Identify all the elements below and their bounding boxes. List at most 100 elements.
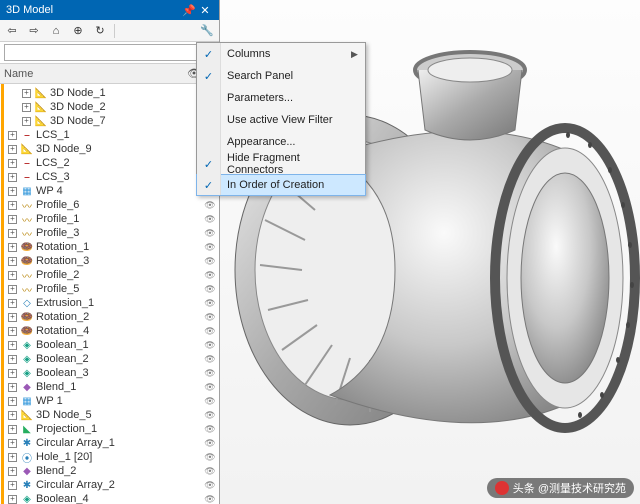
tree-row[interactable]: +🍩Rotation_1👁 — [4, 240, 219, 254]
expand-icon[interactable]: + — [8, 495, 17, 504]
visibility-icon[interactable]: 👁 — [203, 340, 217, 351]
home-icon[interactable]: ⌂ — [48, 23, 64, 39]
visibility-icon[interactable]: 👁 — [203, 410, 217, 421]
expand-icon[interactable]: + — [8, 159, 17, 168]
visibility-icon[interactable]: 👁 — [203, 214, 217, 225]
visibility-icon[interactable]: 👁 — [203, 396, 217, 407]
visibility-icon[interactable]: 👁 — [203, 242, 217, 253]
tree-row[interactable]: +◆Blend_1👁 — [4, 380, 219, 394]
tree-row[interactable]: +◇Extrusion_1👁 — [4, 296, 219, 310]
pin-icon[interactable]: 📌 — [181, 4, 197, 17]
expand-icon[interactable]: + — [8, 173, 17, 182]
expand-icon[interactable]: + — [8, 327, 17, 336]
wrench-icon[interactable]: 🔧 — [199, 23, 215, 39]
visibility-icon[interactable]: 👁 — [203, 494, 217, 504]
context-menu[interactable]: ✓Columns▶✓Search PanelParameters...Use a… — [196, 42, 366, 196]
menu-item[interactable]: Use active View Filter — [197, 109, 365, 131]
tree-row[interactable]: +⦿Hole_1 [20]👁 — [4, 450, 219, 464]
tree-row[interactable]: +◈Boolean_3👁 — [4, 366, 219, 380]
visibility-icon[interactable]: 👁 — [203, 228, 217, 239]
tree-row[interactable]: +⎯LCS_2👁 — [4, 156, 219, 170]
expand-icon[interactable]: + — [8, 285, 17, 294]
tree-row[interactable]: +〰Profile_2👁 — [4, 268, 219, 282]
expand-icon[interactable]: + — [8, 131, 17, 140]
expand-icon[interactable]: + — [8, 369, 17, 378]
close-icon[interactable]: ✕ — [197, 4, 213, 17]
visibility-icon[interactable]: 👁 — [203, 270, 217, 281]
tree-row[interactable]: +〰Profile_1👁 — [4, 212, 219, 226]
tree-row[interactable]: +✱Circular Array_2👁 — [4, 478, 219, 492]
visibility-icon[interactable]: 👁 — [203, 480, 217, 491]
tree-row[interactable]: +◣Projection_1👁 — [4, 422, 219, 436]
expand-icon[interactable]: + — [8, 187, 17, 196]
menu-item[interactable]: Parameters... — [197, 87, 365, 109]
tree-row[interactable]: +⎯LCS_3👁 — [4, 170, 219, 184]
expand-icon[interactable]: + — [8, 145, 17, 154]
tree-row[interactable]: +🍩Rotation_2👁 — [4, 310, 219, 324]
expand-icon[interactable]: + — [8, 299, 17, 308]
expand-icon[interactable]: + — [22, 103, 31, 112]
expand-icon[interactable]: + — [8, 467, 17, 476]
expand-icon[interactable]: + — [22, 89, 31, 98]
expand-icon[interactable]: + — [8, 383, 17, 392]
visibility-icon[interactable]: 👁 — [203, 354, 217, 365]
expand-icon[interactable]: + — [8, 271, 17, 280]
visibility-icon[interactable]: 👁 — [203, 466, 217, 477]
visibility-icon[interactable]: 👁 — [203, 200, 217, 211]
tree-row[interactable]: +🍩Rotation_3👁 — [4, 254, 219, 268]
tree-row[interactable]: +◆Blend_2👁 — [4, 464, 219, 478]
tree-row[interactable]: +▦WP 4👁 — [4, 184, 219, 198]
visibility-icon[interactable]: 👁 — [203, 368, 217, 379]
back-icon[interactable]: ⇦ — [4, 23, 20, 39]
visibility-icon[interactable]: 👁 — [203, 382, 217, 393]
refresh-icon[interactable]: ↻ — [92, 23, 108, 39]
visibility-icon[interactable]: 👁 — [203, 326, 217, 337]
expand-icon[interactable]: + — [8, 201, 17, 210]
tree-row[interactable]: +〰Profile_3👁 — [4, 226, 219, 240]
tree-row[interactable]: +📐3D Node_2👁 — [4, 100, 219, 114]
tree-row[interactable]: +〰Profile_5👁 — [4, 282, 219, 296]
expand-icon[interactable]: + — [8, 481, 17, 490]
target-icon[interactable]: ⊕ — [70, 23, 86, 39]
visibility-icon[interactable]: 👁 — [203, 256, 217, 267]
expand-icon[interactable]: + — [8, 411, 17, 420]
search-input[interactable] — [4, 44, 215, 61]
visibility-icon[interactable]: 👁 — [203, 438, 217, 449]
expand-icon[interactable]: + — [8, 453, 17, 462]
tree-row[interactable]: +▦WP 1👁 — [4, 394, 219, 408]
tree-row[interactable]: +〰Profile_6👁 — [4, 198, 219, 212]
model-tree[interactable]: +📐3D Node_1👁+📐3D Node_2👁+📐3D Node_7👁+⎯LC… — [1, 84, 219, 504]
expand-icon[interactable]: + — [8, 341, 17, 350]
menu-item[interactable]: ✓Hide Fragment Connectors — [197, 153, 365, 175]
tree-row[interactable]: +◈Boolean_4👁 — [4, 492, 219, 504]
expand-icon[interactable]: + — [8, 439, 17, 448]
visibility-icon[interactable]: 👁 — [203, 284, 217, 295]
tree-row[interactable]: +📐3D Node_9👁 — [4, 142, 219, 156]
tree-row[interactable]: +◈Boolean_2👁 — [4, 352, 219, 366]
expand-icon[interactable]: + — [8, 355, 17, 364]
tree-row[interactable]: +🍩Rotation_4👁 — [4, 324, 219, 338]
menu-item[interactable]: ✓Columns▶ — [197, 43, 365, 65]
expand-icon[interactable]: + — [8, 313, 17, 322]
tree-row[interactable]: +📐3D Node_1👁 — [4, 86, 219, 100]
tree-row[interactable]: +◈Boolean_1👁 — [4, 338, 219, 352]
expand-icon[interactable]: + — [8, 257, 17, 266]
menu-item[interactable]: Appearance... — [197, 131, 365, 153]
expand-icon[interactable]: + — [22, 117, 31, 126]
menu-item[interactable]: ✓In Order of Creation — [196, 174, 366, 196]
visibility-icon[interactable]: 👁 — [203, 312, 217, 323]
visibility-icon[interactable]: 👁 — [203, 424, 217, 435]
forward-icon[interactable]: ⇨ — [26, 23, 42, 39]
menu-item[interactable]: ✓Search Panel — [197, 65, 365, 87]
expand-icon[interactable]: + — [8, 425, 17, 434]
visibility-icon[interactable]: 👁 — [203, 298, 217, 309]
expand-icon[interactable]: + — [8, 397, 17, 406]
tree-row[interactable]: +⎯LCS_1👁 — [4, 128, 219, 142]
expand-icon[interactable]: + — [8, 243, 17, 252]
tree-row[interactable]: +📐3D Node_7👁 — [4, 114, 219, 128]
visibility-icon[interactable]: 👁 — [203, 452, 217, 463]
tree-row[interactable]: +📐3D Node_5👁 — [4, 408, 219, 422]
tree-row[interactable]: +✱Circular Array_1👁 — [4, 436, 219, 450]
expand-icon[interactable]: + — [8, 229, 17, 238]
expand-icon[interactable]: + — [8, 215, 17, 224]
